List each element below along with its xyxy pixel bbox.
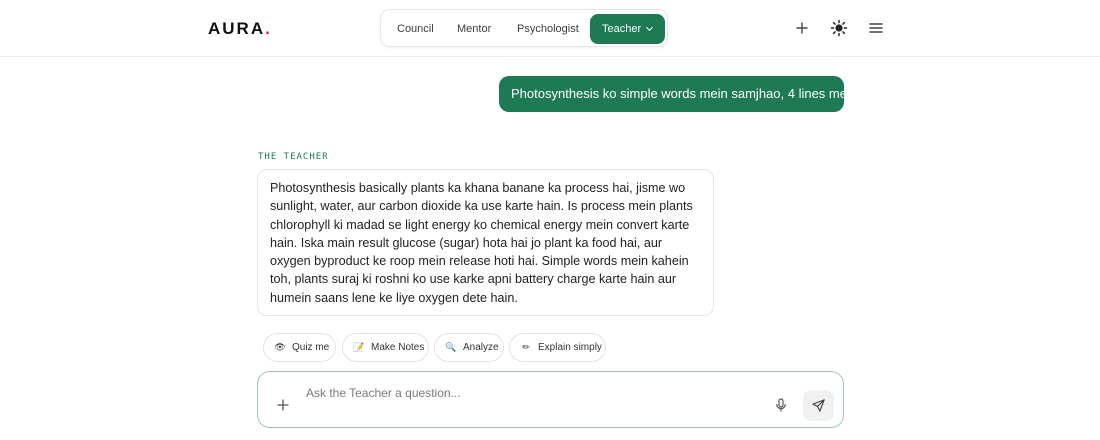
app-logo[interactable]: AURA. — [208, 19, 270, 39]
nav-council[interactable]: Council — [385, 14, 446, 44]
nav-mentor[interactable]: Mentor — [445, 14, 503, 44]
nav-teacher-dropdown[interactable]: Teacher — [590, 14, 665, 44]
user-message-bubble: Photosynthesis ko simple words mein samj… — [499, 76, 861, 112]
message-composer — [257, 371, 844, 428]
magnifier-icon: 🔍 — [445, 342, 457, 352]
microphone-icon[interactable] — [773, 397, 789, 413]
explain-simply-label: Explain simply — [538, 342, 602, 353]
quiz-me-label: Quiz me — [292, 342, 330, 353]
analyze-button[interactable]: 🔍 Analyze — [434, 333, 504, 362]
assistant-message-bubble: Photosynthesis basically plants ka khana… — [257, 169, 714, 316]
eye-icon: 👁 — [274, 342, 286, 352]
chevron-down-icon — [646, 23, 654, 32]
question-input[interactable] — [306, 382, 746, 404]
notepad-icon: 📝 — [353, 342, 365, 352]
pencil-icon: ✏ — [522, 342, 530, 352]
nav-psychologist[interactable]: Psychologist — [505, 14, 591, 44]
attach-plus-icon[interactable] — [275, 397, 291, 413]
nav-teacher-label: Teacher — [602, 23, 642, 35]
persona-nav: Council Mentor Psychologist Teacher — [380, 9, 668, 47]
assistant-label: THE TEACHER — [258, 152, 329, 162]
send-button[interactable] — [803, 390, 834, 421]
quiz-me-button[interactable]: 👁 Quiz me — [263, 333, 336, 362]
menu-icon[interactable] — [866, 18, 886, 38]
make-notes-button[interactable]: 📝 Make Notes — [342, 333, 429, 362]
plus-icon[interactable] — [792, 18, 812, 38]
logo-dot: . — [265, 19, 270, 38]
sun-icon[interactable] — [829, 18, 849, 38]
explain-simply-button[interactable]: ✏ Explain simply — [509, 333, 606, 362]
logo-text: AURA — [208, 19, 266, 38]
send-icon — [812, 399, 825, 412]
make-notes-label: Make Notes — [371, 342, 425, 353]
analyze-label: Analyze — [463, 342, 499, 353]
top-header: AURA. Council Mentor Psychologist Teache… — [0, 0, 1100, 57]
